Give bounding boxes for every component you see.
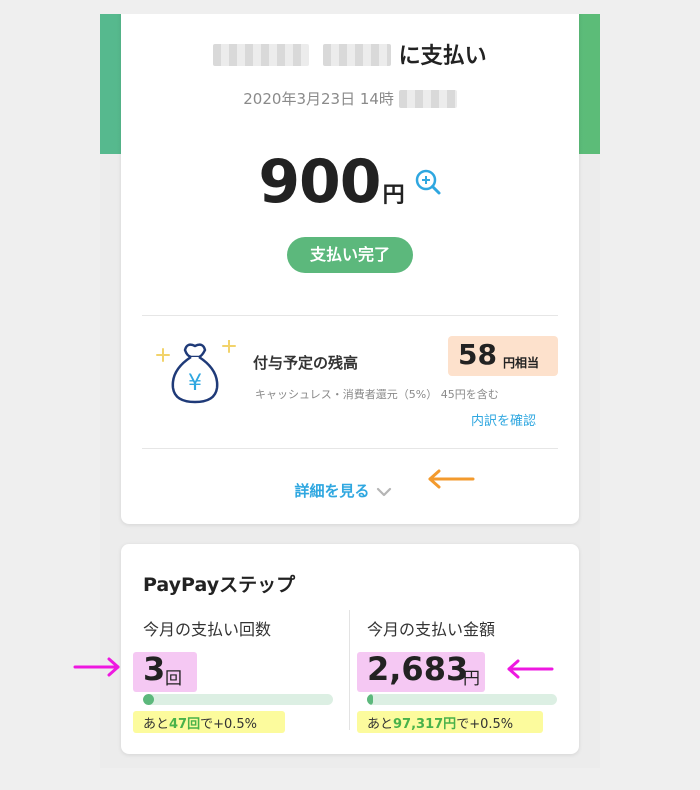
amount-progress-fill: [367, 694, 373, 705]
arrow-left-icon: [428, 469, 475, 489]
amount-remaining-value: 97,317円: [393, 717, 457, 732]
payee-title: に支払い: [121, 38, 579, 70]
balance-label: 付与予定の残高: [253, 354, 359, 372]
title-suffix: に支払い: [398, 44, 487, 69]
count-progress-fill: [143, 694, 155, 705]
count-remaining-prefix: あと: [143, 717, 170, 732]
app-screen: に支払い 2020年3月23日 14時 900円 支払い完了 ¥ 付与予定の残高…: [100, 14, 600, 768]
currency-unit: 円: [382, 183, 405, 208]
svg-text:¥: ¥: [188, 371, 202, 396]
balance-value: 58: [458, 338, 497, 371]
arrow-left-icon: [507, 659, 554, 679]
count-remaining-value: 47回: [169, 717, 201, 732]
count-unit: 回: [165, 669, 182, 689]
count-remaining: あと47回で+0.5%: [143, 713, 257, 732]
paypay-step-card[interactable]: PayPayステップ 今月の支払い回数 3 回 あと47回で+0.5% 今月の支…: [121, 544, 579, 754]
datetime-text: 2020年3月23日 14時: [243, 90, 394, 108]
redacted-payee-store: [322, 44, 391, 66]
amount-remaining-prefix: あと: [367, 717, 394, 732]
status-badge: 支払い完了: [287, 237, 413, 273]
details-label: 詳細を見る: [294, 482, 370, 500]
money-bag-icon: ¥: [153, 339, 237, 410]
amount-progress-bar: [367, 694, 557, 705]
count-remaining-suffix: で+0.5%: [200, 717, 258, 732]
breakdown-link[interactable]: 内訳を確認: [471, 410, 536, 429]
balance-unit: 円相当: [503, 356, 540, 370]
amount-row: 900円: [121, 147, 579, 217]
column-divider: [349, 610, 350, 730]
redacted-payee-name: [213, 44, 310, 66]
count-progress-bar: [143, 694, 333, 705]
amount-remaining: あと97,317円で+0.5%: [367, 713, 513, 732]
payment-datetime: 2020年3月23日 14時: [121, 88, 579, 109]
redacted-time: [398, 90, 457, 108]
count-label: 今月の支払い回数: [143, 620, 272, 639]
step-title: PayPayステップ: [143, 574, 296, 596]
payment-card: に支払い 2020年3月23日 14時 900円 支払い完了 ¥ 付与予定の残高…: [121, 14, 579, 524]
chevron-down-icon: [376, 487, 391, 497]
zoom-in-icon[interactable]: [414, 168, 442, 200]
amount-label: 今月の支払い金額: [367, 620, 496, 639]
amount-remaining-suffix: で+0.5%: [456, 717, 514, 732]
payment-count: 3: [143, 650, 166, 688]
divider: [142, 448, 558, 449]
balance-note: キャッシュレス・消費者還元（5%） 45円を含む: [255, 388, 499, 401]
payment-total: 2,683: [367, 650, 469, 688]
details-toggle[interactable]: 詳細を見る: [121, 480, 579, 501]
divider: [142, 315, 558, 316]
payment-amount: 900: [258, 147, 381, 217]
arrow-right-icon: [73, 657, 120, 677]
amount-unit: 円: [463, 669, 480, 689]
